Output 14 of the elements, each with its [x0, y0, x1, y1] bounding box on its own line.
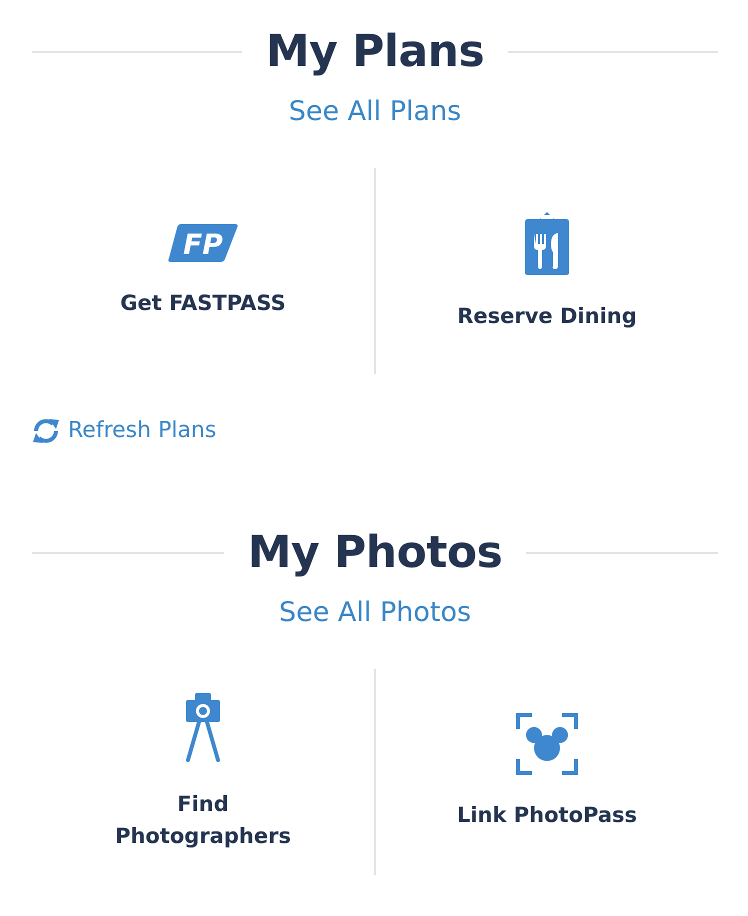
- dining-menu-icon: [524, 210, 570, 276]
- refresh-icon: [32, 418, 60, 444]
- fastpass-icon: FP: [167, 223, 239, 263]
- refresh-link[interactable]: Refresh Plans: [32, 414, 216, 447]
- mouse-ears-frame-icon: [516, 712, 578, 774]
- camera-tripod-icon: [185, 692, 221, 764]
- action-tile[interactable]: FP Get FASTPASS: [32, 168, 374, 374]
- action-tile[interactable]: Reserve Dining: [376, 168, 718, 374]
- action-tile[interactable]: Find Photographers: [32, 668, 374, 874]
- section-title: My Photos: [248, 530, 502, 574]
- section-title: My Plans: [266, 30, 484, 74]
- action-tile[interactable]: Link PhotoPass: [376, 668, 718, 874]
- see-all-link[interactable]: See All Plans: [288, 96, 462, 127]
- see-all-link[interactable]: See All Photos: [278, 596, 472, 628]
